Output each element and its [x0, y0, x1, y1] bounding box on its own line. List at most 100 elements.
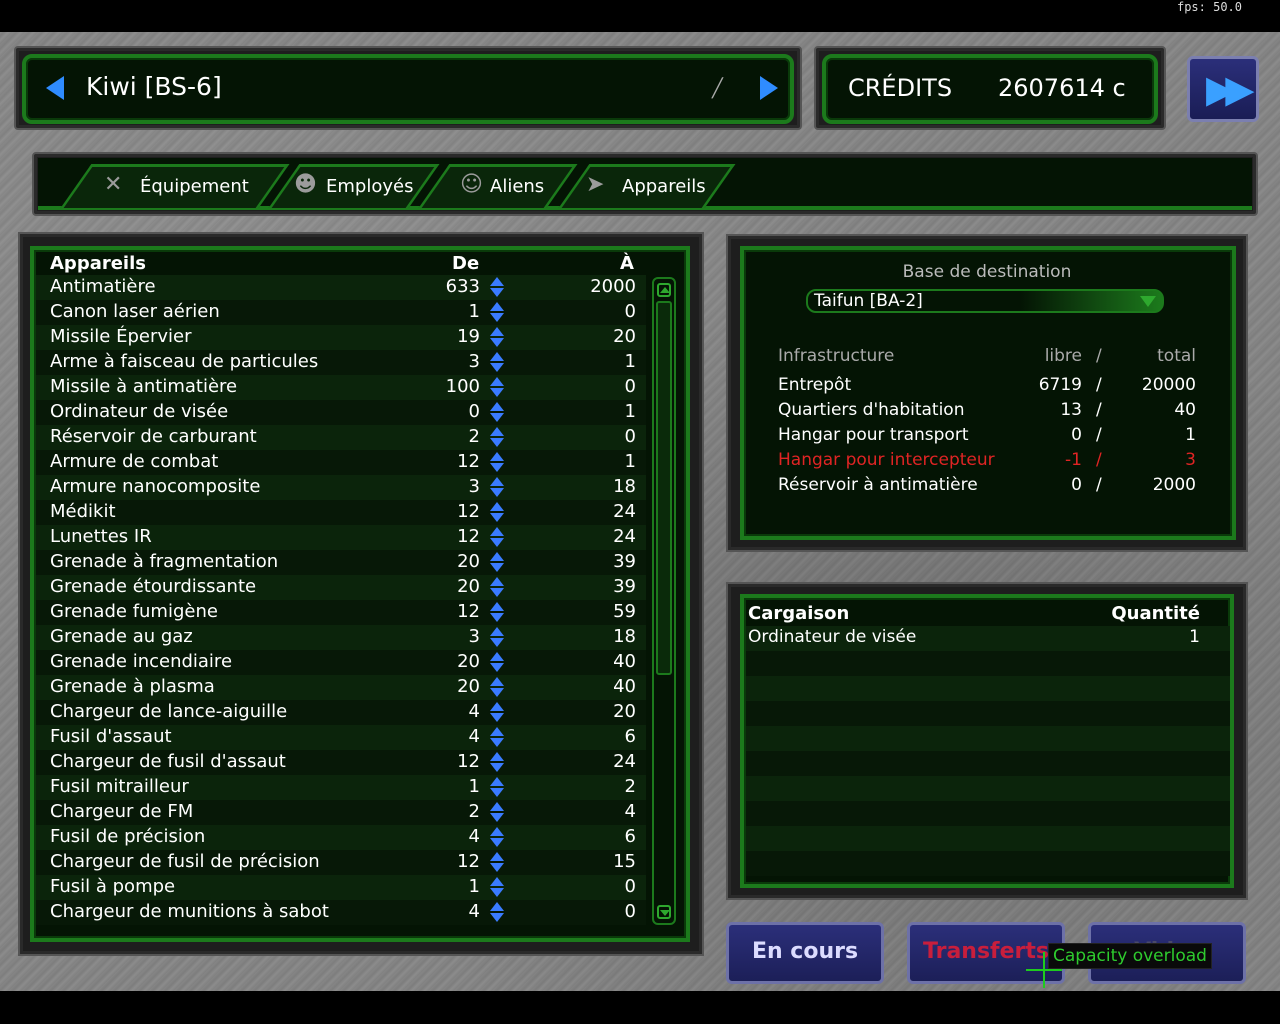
table-row[interactable]: Chargeur de lance-aiguille 4 20: [36, 700, 646, 725]
increase-arrow-icon[interactable]: [490, 702, 504, 711]
quantity-stepper[interactable]: [489, 852, 505, 873]
next-base-arrow-icon[interactable]: [760, 76, 778, 100]
increase-arrow-icon[interactable]: [490, 877, 504, 886]
quantity-stepper[interactable]: [489, 277, 505, 298]
decrease-arrow-icon[interactable]: [490, 363, 504, 372]
quantity-stepper[interactable]: [489, 327, 505, 348]
decrease-arrow-icon[interactable]: [490, 863, 504, 872]
tab-aircraft[interactable]: ➤ Appareils: [558, 164, 736, 208]
increase-arrow-icon[interactable]: [490, 327, 504, 336]
table-row[interactable]: Ordinateur de visée 0 1: [36, 400, 646, 425]
tab-employees[interactable]: ☻ Employés: [268, 164, 440, 208]
decrease-arrow-icon[interactable]: [490, 313, 504, 322]
increase-arrow-icon[interactable]: [490, 527, 504, 536]
increase-arrow-icon[interactable]: [490, 827, 504, 836]
quantity-stepper[interactable]: [489, 627, 505, 648]
quantity-stepper[interactable]: [489, 652, 505, 673]
increase-arrow-icon[interactable]: [490, 802, 504, 811]
cargo-row[interactable]: [746, 701, 1230, 726]
decrease-arrow-icon[interactable]: [490, 738, 504, 747]
decrease-arrow-icon[interactable]: [490, 438, 504, 447]
table-row[interactable]: Lunettes IR 12 24: [36, 525, 646, 550]
quantity-stepper[interactable]: [489, 827, 505, 848]
table-row[interactable]: Chargeur de munitions à sabot 4 0: [36, 900, 646, 925]
increase-arrow-icon[interactable]: [490, 752, 504, 761]
increase-arrow-icon[interactable]: [490, 402, 504, 411]
quantity-stepper[interactable]: [489, 377, 505, 398]
table-row[interactable]: Grenade incendiaire 20 40: [36, 650, 646, 675]
quantity-stepper[interactable]: [489, 502, 505, 523]
table-row[interactable]: Arme à faisceau de particules 3 1: [36, 350, 646, 375]
table-row[interactable]: Missile à antimatière 100 0: [36, 375, 646, 400]
cargo-row[interactable]: [746, 801, 1230, 826]
increase-arrow-icon[interactable]: [490, 277, 504, 286]
previous-base-arrow-icon[interactable]: [46, 76, 64, 100]
decrease-arrow-icon[interactable]: [490, 613, 504, 622]
decrease-arrow-icon[interactable]: [490, 913, 504, 922]
table-row[interactable]: Antimatière 633 2000: [36, 275, 646, 300]
increase-arrow-icon[interactable]: [490, 552, 504, 561]
table-row[interactable]: Armure de combat 12 1: [36, 450, 646, 475]
quantity-stepper[interactable]: [489, 477, 505, 498]
decrease-arrow-icon[interactable]: [490, 713, 504, 722]
quantity-stepper[interactable]: [489, 727, 505, 748]
table-row[interactable]: Grenade à plasma 20 40: [36, 675, 646, 700]
cargo-row[interactable]: [746, 751, 1230, 776]
quantity-stepper[interactable]: [489, 802, 505, 823]
increase-arrow-icon[interactable]: [490, 677, 504, 686]
decrease-arrow-icon[interactable]: [490, 463, 504, 472]
table-row[interactable]: Fusil mitrailleur 1 2: [36, 775, 646, 800]
cargo-row[interactable]: [746, 726, 1230, 751]
decrease-arrow-icon[interactable]: [490, 288, 504, 297]
table-row[interactable]: Fusil à pompe 1 0: [36, 875, 646, 900]
cargo-row[interactable]: [746, 776, 1230, 801]
increase-arrow-icon[interactable]: [490, 477, 504, 486]
table-row[interactable]: Canon laser aérien 1 0: [36, 300, 646, 325]
table-row[interactable]: Chargeur de FM 2 4: [36, 800, 646, 825]
decrease-arrow-icon[interactable]: [490, 888, 504, 897]
cargo-row[interactable]: [746, 651, 1230, 676]
increase-arrow-icon[interactable]: [490, 502, 504, 511]
quantity-stepper[interactable]: [489, 527, 505, 548]
table-row[interactable]: Fusil de précision 4 6: [36, 825, 646, 850]
scroll-down-icon[interactable]: [657, 905, 671, 919]
quantity-stepper[interactable]: [489, 877, 505, 898]
decrease-arrow-icon[interactable]: [490, 338, 504, 347]
quantity-stepper[interactable]: [489, 552, 505, 573]
decrease-arrow-icon[interactable]: [490, 538, 504, 547]
quantity-stepper[interactable]: [489, 702, 505, 723]
quantity-stepper[interactable]: [489, 352, 505, 373]
table-row[interactable]: Grenade étourdissante 20 39: [36, 575, 646, 600]
decrease-arrow-icon[interactable]: [490, 563, 504, 572]
table-row[interactable]: Grenade à fragmentation 20 39: [36, 550, 646, 575]
increase-arrow-icon[interactable]: [490, 377, 504, 386]
table-row[interactable]: Réservoir de carburant 2 0: [36, 425, 646, 450]
decrease-arrow-icon[interactable]: [490, 663, 504, 672]
quantity-stepper[interactable]: [489, 452, 505, 473]
decrease-arrow-icon[interactable]: [490, 513, 504, 522]
tab-equipment[interactable]: ✕ Équipement: [60, 164, 290, 208]
table-row[interactable]: Chargeur de fusil d'assaut 12 24: [36, 750, 646, 775]
quantity-stepper[interactable]: [489, 677, 505, 698]
increase-arrow-icon[interactable]: [490, 427, 504, 436]
tab-aliens[interactable]: ☺ Aliens: [418, 164, 578, 208]
cargo-row[interactable]: Ordinateur de visée 1: [746, 626, 1230, 651]
table-row[interactable]: Fusil d'assaut 4 6: [36, 725, 646, 750]
decrease-arrow-icon[interactable]: [490, 488, 504, 497]
increase-arrow-icon[interactable]: [490, 652, 504, 661]
decrease-arrow-icon[interactable]: [490, 813, 504, 822]
destination-base-select[interactable]: Taifun [BA-2]: [806, 289, 1164, 313]
quantity-stepper[interactable]: [489, 427, 505, 448]
decrease-arrow-icon[interactable]: [490, 413, 504, 422]
increase-arrow-icon[interactable]: [490, 777, 504, 786]
quantity-stepper[interactable]: [489, 602, 505, 623]
quantity-stepper[interactable]: [489, 777, 505, 798]
quantity-stepper[interactable]: [489, 302, 505, 323]
quantity-stepper[interactable]: [489, 577, 505, 598]
increase-arrow-icon[interactable]: [490, 302, 504, 311]
cargo-row[interactable]: [746, 851, 1230, 876]
quantity-stepper[interactable]: [489, 902, 505, 923]
table-row[interactable]: Missile Épervier 19 20: [36, 325, 646, 350]
scroll-up-icon[interactable]: [657, 283, 671, 297]
cargo-row[interactable]: [746, 826, 1230, 851]
